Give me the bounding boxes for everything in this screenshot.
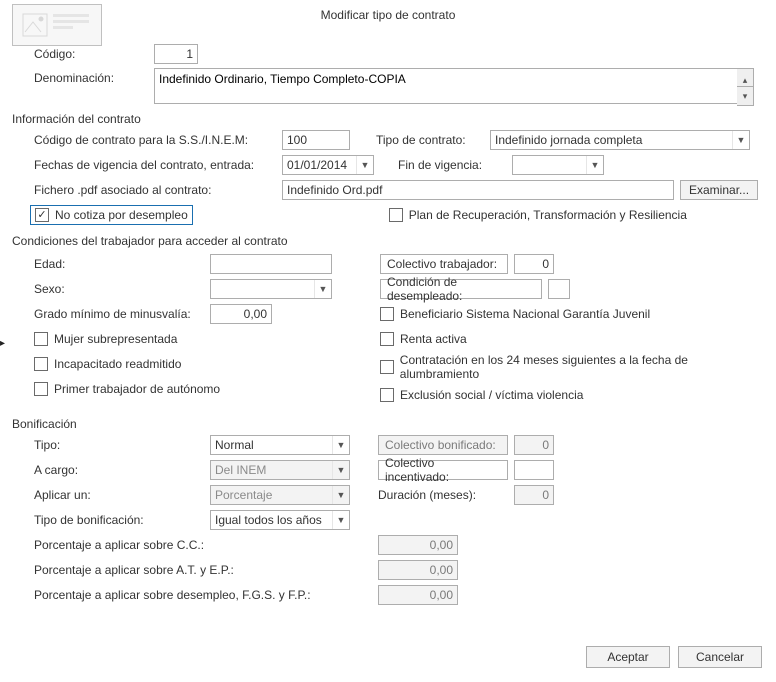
tipo-contrato-value: Indefinido jornada completa <box>491 133 732 147</box>
renta-label: Renta activa <box>400 332 467 346</box>
checkbox-icon <box>34 332 48 346</box>
scroll-down-button[interactable]: ▾ <box>737 86 754 106</box>
checkbox-icon <box>380 307 394 321</box>
chevron-down-icon: ▼ <box>332 436 349 454</box>
examinar-button[interactable]: Examinar... <box>680 180 758 200</box>
chevron-down-icon: ▼ <box>332 511 349 529</box>
colectivo-trab-input[interactable] <box>514 254 554 274</box>
contratacion24-label: Contratación en los 24 meses siguientes … <box>400 353 764 381</box>
tipo-contrato-select[interactable]: Indefinido jornada completa ▼ <box>490 130 750 150</box>
aceptar-button[interactable]: Aceptar <box>586 646 670 668</box>
section-condiciones: Condiciones del trabajador para acceder … <box>12 234 764 248</box>
chevron-down-icon: ▼ <box>332 486 349 504</box>
fichero-label: Fichero .pdf asociado al contrato: <box>34 183 282 197</box>
pct-cc-input <box>378 535 458 555</box>
pct-des-input <box>378 585 458 605</box>
checkbox-icon <box>389 208 403 222</box>
tipo-contrato-label: Tipo de contrato: <box>376 133 490 147</box>
sexo-label: Sexo: <box>34 282 210 296</box>
exclusion-label: Exclusión social / víctima violencia <box>400 388 583 402</box>
incapacitado-checkbox[interactable]: Incapacitado readmitido <box>34 357 181 371</box>
contratacion24-checkbox[interactable]: Contratación en los 24 meses siguientes … <box>380 353 764 381</box>
plan-checkbox[interactable]: Plan de Recuperación, Transformación y R… <box>389 208 687 222</box>
cancelar-button[interactable]: Cancelar <box>678 646 762 668</box>
checkbox-icon <box>34 357 48 371</box>
expand-arrow-icon[interactable]: ▸ <box>0 338 8 349</box>
colectivo-trab-button[interactable]: Colectivo trabajador: <box>380 254 508 274</box>
dialog-title: Modificar tipo de contrato <box>0 0 776 30</box>
chevron-down-icon: ▼ <box>586 156 603 174</box>
incapacitado-label: Incapacitado readmitido <box>54 357 181 371</box>
codigo-ss-label: Código de contrato para la S.S./I.N.E.M: <box>34 133 282 147</box>
grado-label: Grado mínimo de minusvalía: <box>34 307 210 321</box>
pct-at-input <box>378 560 458 580</box>
col-bonif-label: Colectivo bonificado: <box>378 435 508 455</box>
section-info: Información del contrato <box>12 112 764 126</box>
template-icon <box>12 4 102 46</box>
col-incent-button[interactable]: Colectivo incentivado: <box>378 460 508 480</box>
tipo-bonif-value: Igual todos los años <box>211 513 332 527</box>
beneficiario-label: Beneficiario Sistema Nacional Garantía J… <box>400 307 650 321</box>
chevron-down-icon: ▼ <box>732 131 749 149</box>
cond-desemp-input[interactable] <box>548 279 570 299</box>
mujer-checkbox[interactable]: Mujer subrepresentada <box>34 332 177 346</box>
codigo-label: Código: <box>34 47 154 61</box>
checkbox-icon <box>380 388 394 402</box>
bon-tipo-label: Tipo: <box>34 438 210 452</box>
col-bonif-input <box>514 435 554 455</box>
bon-tipo-select[interactable]: Normal ▼ <box>210 435 350 455</box>
fecha-entrada-select[interactable]: 01/01/2014 ▼ <box>282 155 374 175</box>
denominacion-label: Denominación: <box>34 68 154 85</box>
chevron-down-icon: ▼ <box>356 156 373 174</box>
primer-label: Primer trabajador de autónomo <box>54 382 220 396</box>
codigo-input[interactable] <box>154 44 198 64</box>
fechas-label: Fechas de vigencia del contrato, entrada… <box>34 158 282 172</box>
mujer-label: Mujer subrepresentada <box>54 332 177 346</box>
checkbox-icon <box>34 382 48 396</box>
checkbox-icon <box>380 332 394 346</box>
exclusion-checkbox[interactable]: Exclusión social / víctima violencia <box>380 388 583 402</box>
cond-desemp-button[interactable]: Condición de desempleado: <box>380 279 542 299</box>
section-bonificacion: Bonificación <box>12 417 764 431</box>
aplicar-value: Porcentaje <box>211 488 332 502</box>
acargo-label: A cargo: <box>34 463 210 477</box>
duracion-input <box>514 485 554 505</box>
pct-at-label: Porcentaje a aplicar sobre A.T. y E.P.: <box>34 563 378 577</box>
tipo-bonif-select[interactable]: Igual todos los años ▼ <box>210 510 350 530</box>
chevron-down-icon: ▼ <box>314 280 331 298</box>
aplicar-label: Aplicar un: <box>34 488 210 502</box>
checkbox-icon <box>380 360 394 374</box>
denominacion-textarea[interactable]: Indefinido Ordinario, Tiempo Completo-CO… <box>154 68 752 104</box>
fichero-input[interactable] <box>282 180 674 200</box>
acargo-value: Del INEM <box>211 463 332 477</box>
checkbox-icon <box>35 208 49 222</box>
fin-vigencia-select[interactable]: ▼ <box>512 155 604 175</box>
pct-cc-label: Porcentaje a aplicar sobre C.C.: <box>34 538 378 552</box>
bon-tipo-value: Normal <box>211 438 332 452</box>
beneficiario-checkbox[interactable]: Beneficiario Sistema Nacional Garantía J… <box>380 307 650 321</box>
duracion-label: Duración (meses): <box>378 488 514 502</box>
aplicar-select: Porcentaje ▼ <box>210 485 350 505</box>
renta-checkbox[interactable]: Renta activa <box>380 332 467 346</box>
fin-vigencia-label: Fin de vigencia: <box>398 158 512 172</box>
edad-input[interactable] <box>210 254 332 274</box>
plan-label: Plan de Recuperación, Transformación y R… <box>409 208 687 222</box>
fecha-entrada-value: 01/01/2014 <box>283 158 356 172</box>
primer-checkbox[interactable]: Primer trabajador de autónomo <box>34 382 220 396</box>
sexo-select[interactable]: ▼ <box>210 279 332 299</box>
col-incent-input[interactable] <box>514 460 554 480</box>
no-cotiza-label: No cotiza por desempleo <box>55 208 188 222</box>
no-cotiza-checkbox[interactable]: No cotiza por desempleo <box>35 208 188 222</box>
edad-label: Edad: <box>34 257 210 271</box>
acargo-select: Del INEM ▼ <box>210 460 350 480</box>
grado-input[interactable] <box>210 304 272 324</box>
tipo-bonif-label: Tipo de bonificación: <box>34 513 210 527</box>
pct-des-label: Porcentaje a aplicar sobre desempleo, F.… <box>34 588 378 602</box>
codigo-ss-input[interactable] <box>282 130 350 150</box>
chevron-down-icon: ▼ <box>332 461 349 479</box>
